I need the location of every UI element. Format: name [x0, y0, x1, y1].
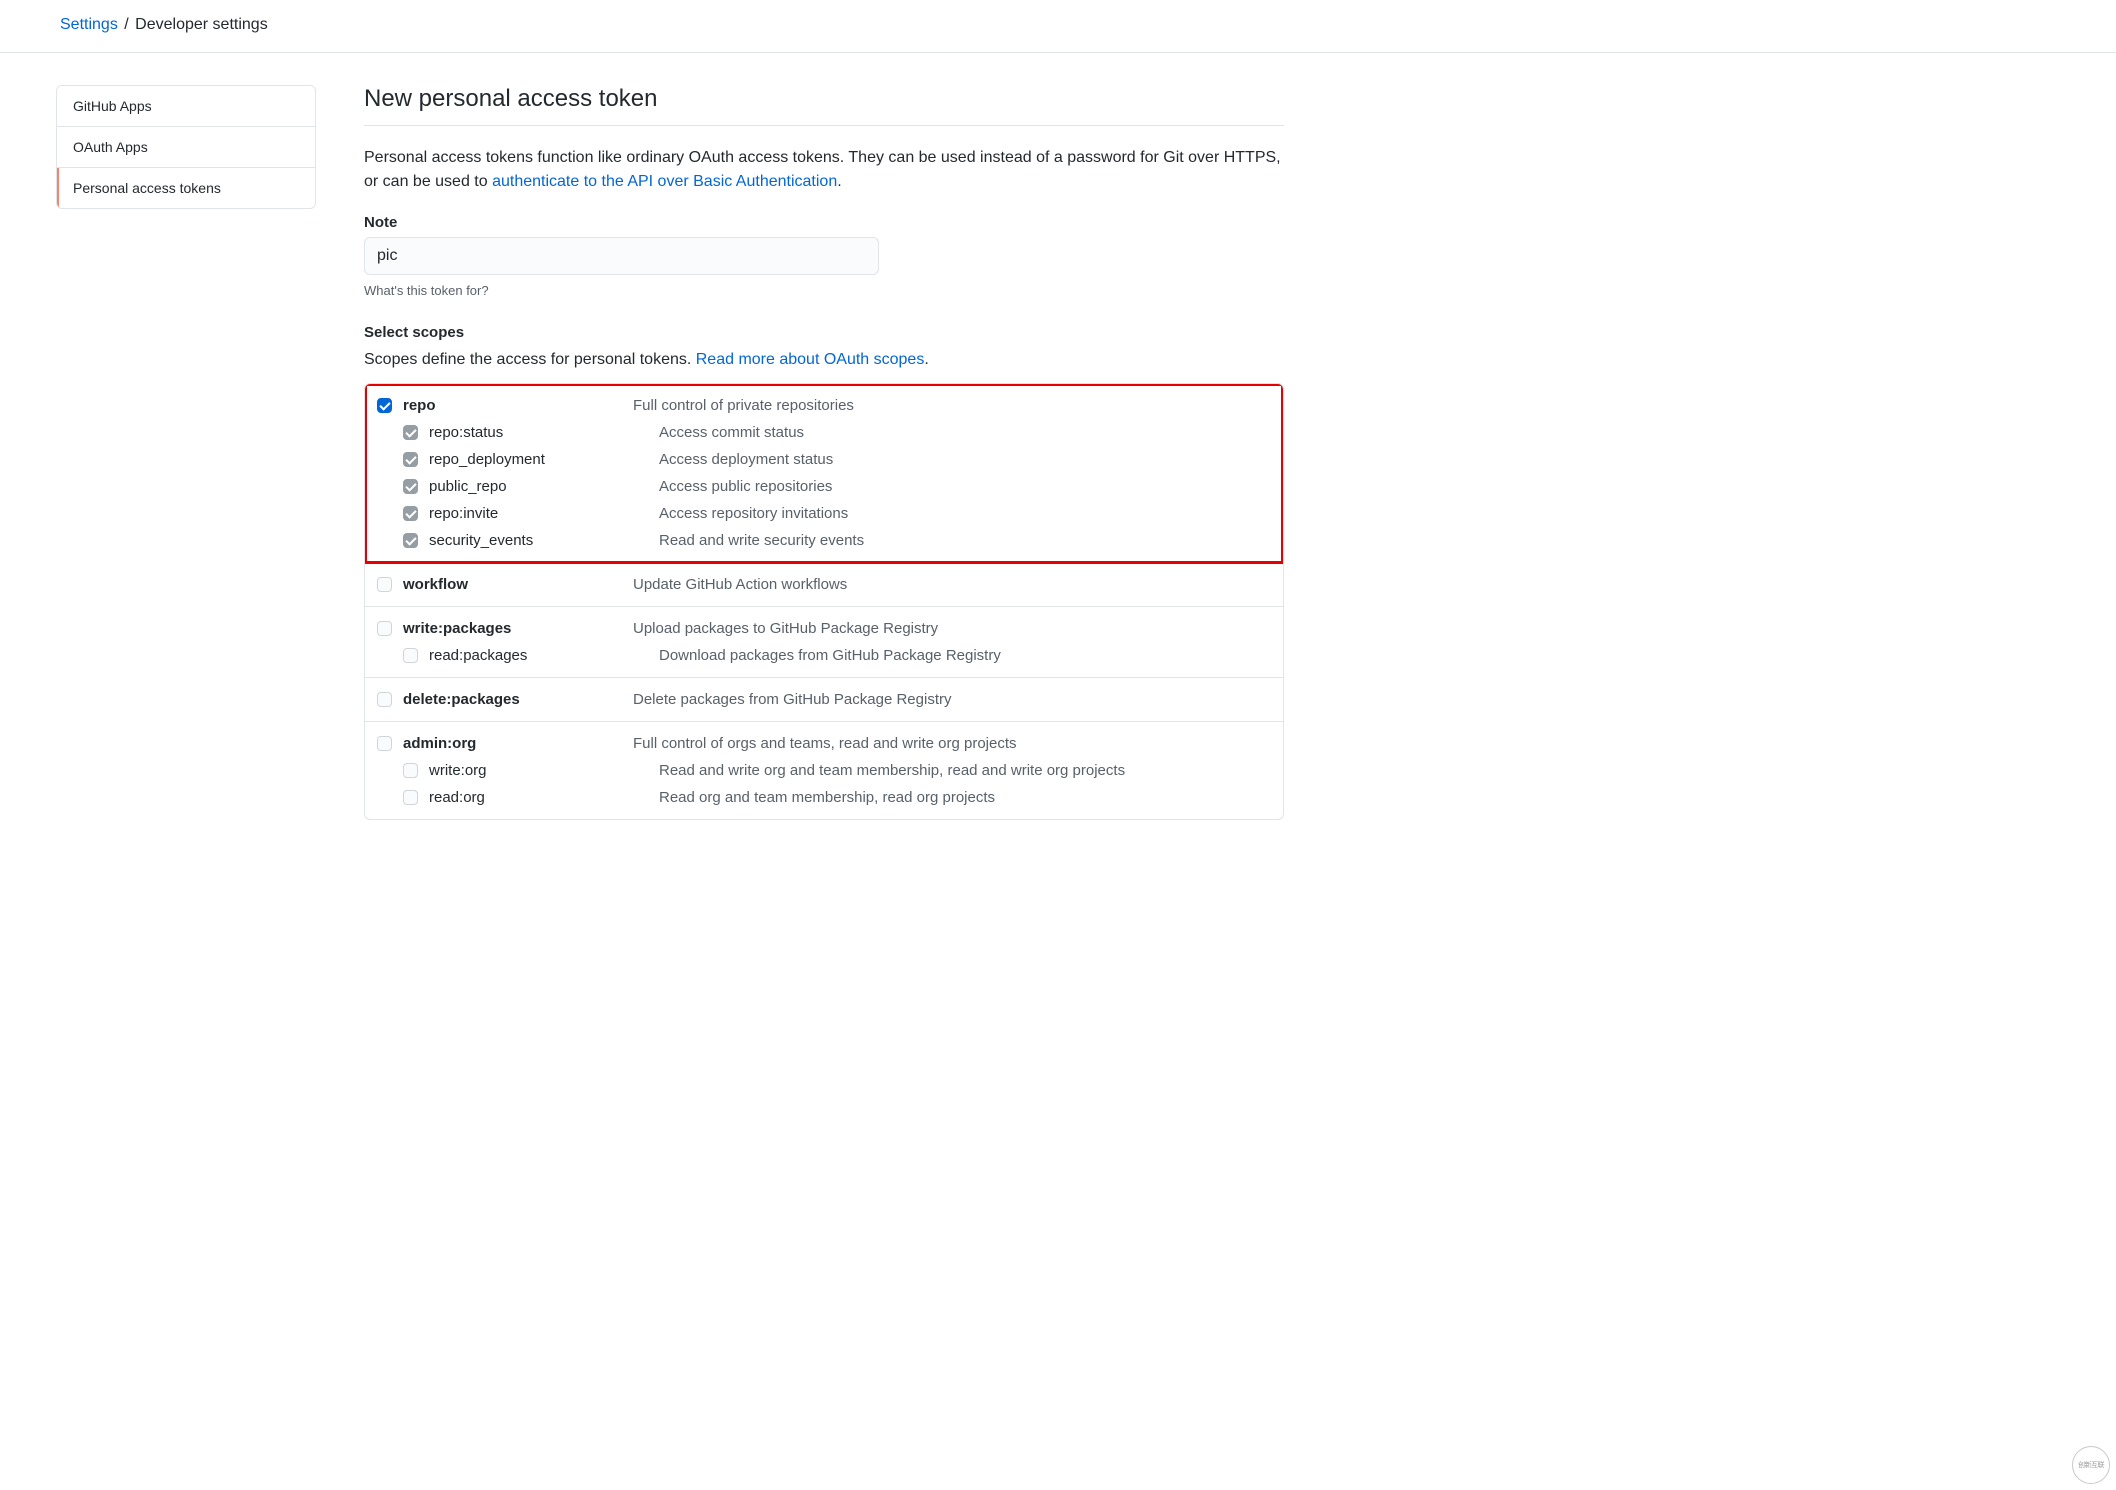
scope-group-workflow: workflowUpdate GitHub Action workflows: [365, 563, 1283, 607]
scope-row-read-org: read:orgRead org and team membership, re…: [377, 784, 1271, 811]
scope-name: repo: [403, 397, 633, 414]
scope-name: read:packages: [429, 647, 659, 664]
scope-group-write-packages: write:packagesUpload packages to GitHub …: [365, 607, 1283, 678]
scope-desc: Delete packages from GitHub Package Regi…: [633, 691, 1271, 708]
scope-name: read:org: [429, 789, 659, 806]
scope-row-repo-status: repo:statusAccess commit status: [377, 419, 1271, 446]
sidebar-nav: GitHub AppsOAuth AppsPersonal access tok…: [56, 85, 316, 209]
scope-checkbox-repo-status: [403, 425, 418, 440]
main-content: New personal access token Personal acces…: [364, 85, 1284, 820]
scope-row-read-packages: read:packagesDownload packages from GitH…: [377, 642, 1271, 669]
note-hint: What's this token for?: [364, 283, 1284, 298]
scope-desc: Access commit status: [659, 424, 1271, 441]
scope-checkbox-workflow[interactable]: [377, 577, 392, 592]
scopes-intro-after: .: [924, 351, 928, 368]
scope-name: admin:org: [403, 735, 633, 752]
note-label: Note: [364, 214, 1284, 231]
scope-name: delete:packages: [403, 691, 633, 708]
scope-desc: Access public repositories: [659, 478, 1271, 495]
scope-checkbox-repo[interactable]: [377, 398, 392, 413]
scope-checkbox-write-org[interactable]: [403, 763, 418, 778]
scope-row-repo-invite: repo:inviteAccess repository invitations: [377, 500, 1271, 527]
scope-desc: Update GitHub Action workflows: [633, 576, 1271, 593]
scope-row-repo-deployment: repo_deploymentAccess deployment status: [377, 446, 1271, 473]
scope-row-write-packages: write:packagesUpload packages to GitHub …: [377, 615, 1271, 642]
scope-checkbox-security-events: [403, 533, 418, 548]
scope-name: repo:status: [429, 424, 659, 441]
scope-checkbox-repo-deployment: [403, 452, 418, 467]
scope-row-repo: repoFull control of private repositories: [377, 392, 1271, 419]
scope-checkbox-delete-packages[interactable]: [377, 692, 392, 707]
scope-desc: Upload packages to GitHub Package Regist…: [633, 620, 1271, 637]
scope-desc: Download packages from GitHub Package Re…: [659, 647, 1271, 664]
intro-text-after: .: [837, 173, 841, 190]
intro-paragraph: Personal access tokens function like ord…: [364, 146, 1284, 194]
scope-desc: Read org and team membership, read org p…: [659, 789, 1271, 806]
scope-name: workflow: [403, 576, 633, 593]
scope-name: repo_deployment: [429, 451, 659, 468]
scopes-readmore-link[interactable]: Read more about OAuth scopes: [696, 351, 925, 368]
scope-row-workflow: workflowUpdate GitHub Action workflows: [377, 571, 1271, 598]
scope-row-public-repo: public_repoAccess public repositories: [377, 473, 1271, 500]
scope-row-admin-org: admin:orgFull control of orgs and teams,…: [377, 730, 1271, 757]
scope-desc: Full control of orgs and teams, read and…: [633, 735, 1271, 752]
scope-checkbox-repo-invite: [403, 506, 418, 521]
scope-checkbox-admin-org[interactable]: [377, 736, 392, 751]
scope-name: write:org: [429, 762, 659, 779]
scope-checkbox-read-org[interactable]: [403, 790, 418, 805]
scopes-intro: Scopes define the access for personal to…: [364, 351, 1284, 369]
scope-desc: Read and write org and team membership, …: [659, 762, 1271, 779]
select-scopes-heading: Select scopes: [364, 324, 1284, 341]
scope-name: write:packages: [403, 620, 633, 637]
note-input[interactable]: [364, 237, 879, 275]
breadcrumb: Settings / Developer settings: [0, 0, 2116, 53]
scope-desc: Full control of private repositories: [633, 397, 1271, 414]
scope-checkbox-write-packages[interactable]: [377, 621, 392, 636]
scope-name: repo:invite: [429, 505, 659, 522]
scope-checkbox-public-repo: [403, 479, 418, 494]
scopes-box: repoFull control of private repositories…: [364, 383, 1284, 820]
scope-name: public_repo: [429, 478, 659, 495]
sidebar-item-personal-access-tokens[interactable]: Personal access tokens: [57, 168, 315, 208]
scope-name: security_events: [429, 532, 659, 549]
breadcrumb-current: Developer settings: [135, 16, 268, 33]
intro-auth-link[interactable]: authenticate to the API over Basic Authe…: [492, 173, 837, 190]
scope-desc: Read and write security events: [659, 532, 1271, 549]
scope-row-delete-packages: delete:packagesDelete packages from GitH…: [377, 686, 1271, 713]
scope-desc: Access deployment status: [659, 451, 1271, 468]
scope-group-admin-org: admin:orgFull control of orgs and teams,…: [365, 722, 1283, 819]
scope-desc: Access repository invitations: [659, 505, 1271, 522]
sidebar-item-github-apps[interactable]: GitHub Apps: [57, 86, 315, 127]
watermark-badge: 创新互联: [2072, 1446, 2110, 1484]
breadcrumb-root-link[interactable]: Settings: [60, 16, 118, 33]
scope-group-delete-packages: delete:packagesDelete packages from GitH…: [365, 678, 1283, 722]
scope-row-security-events: security_eventsRead and write security e…: [377, 527, 1271, 554]
scope-checkbox-read-packages[interactable]: [403, 648, 418, 663]
page-title: New personal access token: [364, 85, 1284, 126]
scopes-intro-text: Scopes define the access for personal to…: [364, 351, 696, 368]
scope-row-write-org: write:orgRead and write org and team mem…: [377, 757, 1271, 784]
scope-group-repo: repoFull control of private repositories…: [365, 384, 1283, 563]
breadcrumb-separator: /: [124, 16, 128, 33]
sidebar-item-oauth-apps[interactable]: OAuth Apps: [57, 127, 315, 168]
